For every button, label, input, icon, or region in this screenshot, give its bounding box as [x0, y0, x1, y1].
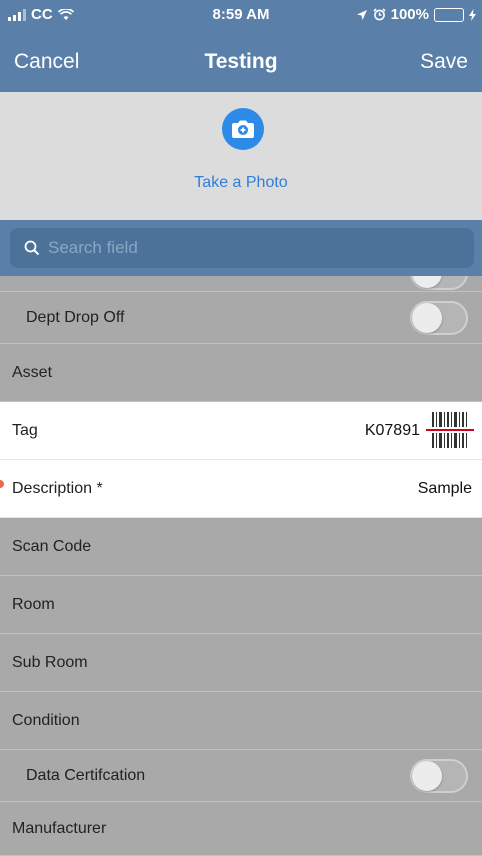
battery-icon	[434, 7, 464, 22]
tag-row[interactable]: Tag K07891	[0, 402, 482, 460]
manufacturer-row: Manufacturer	[0, 802, 482, 856]
search-input[interactable]	[48, 238, 448, 258]
barcode-scan-icon[interactable]	[426, 410, 474, 450]
save-button[interactable]: Save	[420, 50, 468, 74]
room-row: Room	[0, 576, 482, 634]
navigation-bar: Cancel Testing Save	[0, 30, 482, 92]
charging-icon	[469, 8, 476, 21]
condition-label: Condition	[12, 711, 80, 729]
asset-row: Asset	[0, 344, 482, 402]
manufacturer-label: Manufacturer	[12, 819, 107, 837]
status-bar: CC 8:59 AM 100%	[0, 0, 482, 30]
tag-value[interactable]: K07891	[365, 422, 420, 440]
tag-label: Tag	[12, 421, 38, 439]
required-indicator	[0, 480, 4, 488]
description-label: Description *	[12, 479, 103, 497]
data-certification-toggle[interactable]	[410, 758, 468, 793]
dept-drop-off-row: Dept Drop Off	[0, 292, 482, 344]
asset-label: Asset	[12, 363, 53, 381]
search-field-container[interactable]	[10, 228, 474, 268]
location-icon	[356, 9, 367, 20]
toggle-switch[interactable]	[410, 276, 468, 290]
description-value[interactable]: Sample	[418, 480, 472, 498]
dept-drop-off-toggle[interactable]	[410, 300, 468, 335]
search-bar	[0, 220, 482, 276]
dept-drop-off-label: Dept Drop Off	[26, 308, 125, 326]
scan-code-label: Scan Code	[12, 537, 92, 555]
condition-row: Condition	[0, 692, 482, 750]
photo-section: Take a Photo	[0, 92, 482, 220]
data-certification-row: Data Certifcation	[0, 750, 482, 802]
battery-percent: 100%	[390, 6, 429, 23]
room-label: Room	[12, 595, 55, 613]
description-row[interactable]: Description * Sample	[0, 460, 482, 518]
sub-room-label: Sub Room	[12, 653, 88, 671]
status-right: 100%	[356, 6, 476, 23]
alarm-icon	[373, 8, 386, 21]
hidden-row	[0, 276, 482, 292]
sub-room-row: Sub Room	[0, 634, 482, 692]
data-certification-label: Data Certifcation	[26, 766, 146, 784]
take-photo-link[interactable]: Take a Photo	[0, 174, 482, 192]
search-icon	[24, 240, 40, 256]
camera-plus-icon[interactable]	[222, 108, 264, 150]
scan-code-row: Scan Code	[0, 518, 482, 576]
cancel-button[interactable]: Cancel	[14, 50, 79, 74]
